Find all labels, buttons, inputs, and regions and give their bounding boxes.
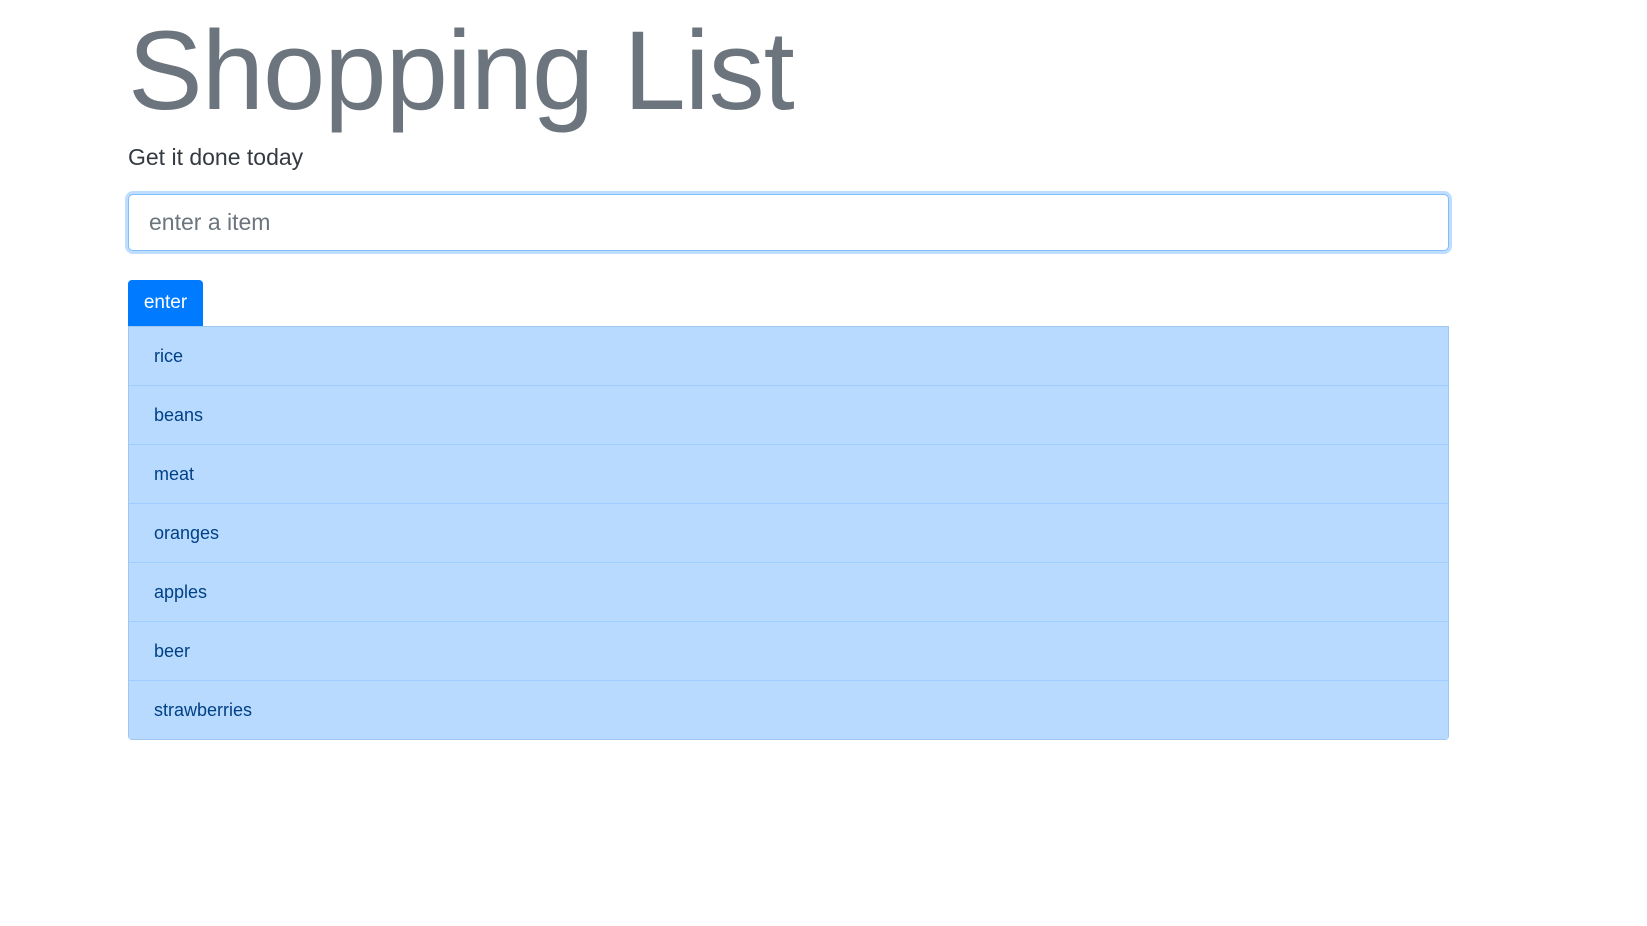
shopping-list: rice beans meat oranges apples beer stra… <box>128 326 1449 740</box>
page-subtitle: Get it done today <box>128 144 304 170</box>
list-item[interactable]: oranges <box>129 503 1448 562</box>
enter-button[interactable]: enter <box>128 280 203 326</box>
list-item[interactable]: beer <box>129 621 1448 680</box>
page-title: Shopping List <box>128 8 795 133</box>
item-input[interactable] <box>128 194 1449 251</box>
list-item[interactable]: rice <box>129 327 1448 385</box>
list-item[interactable]: strawberries <box>129 680 1448 739</box>
list-item[interactable]: meat <box>129 444 1448 503</box>
list-item[interactable]: beans <box>129 385 1448 444</box>
list-item[interactable]: apples <box>129 562 1448 621</box>
